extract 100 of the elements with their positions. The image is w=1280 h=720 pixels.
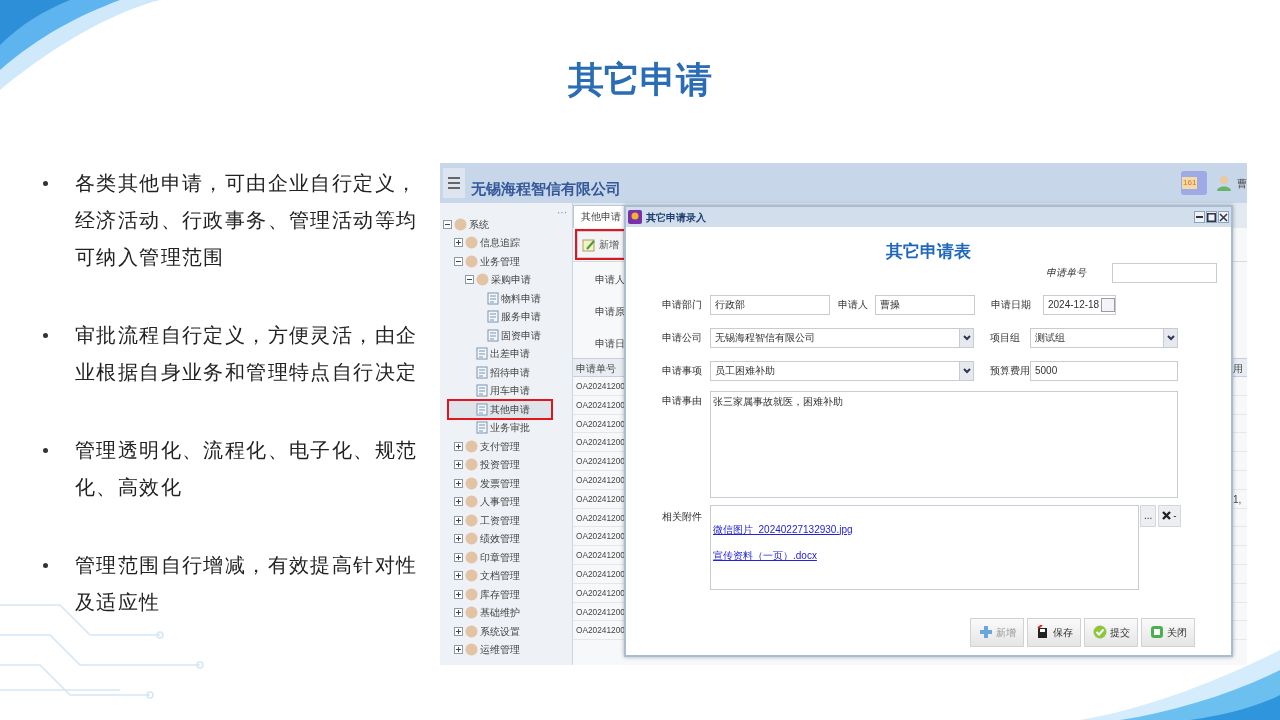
expand-toggle[interactable] [454,608,463,618]
tree-item[interactable]: 固资申请 [473,326,572,345]
collapse-toggle[interactable] [465,275,474,285]
table-cell-text: OA20241200 [575,380,623,393]
expand-toggle[interactable] [454,626,463,636]
tree-item[interactable]: 出差申请 [462,344,572,363]
close-icon [1162,511,1172,520]
tree-item[interactable]: 投资管理 [451,455,572,474]
expand-toggle[interactable] [454,460,463,470]
edit-icon [582,237,596,252]
tree-item[interactable]: 支付管理 [451,437,572,456]
user-name: 曹 [1237,176,1247,191]
remove-button[interactable]: - [1158,504,1181,527]
tree-item[interactable]: 人事管理 [451,492,572,511]
tree-item[interactable]: 采购申请 [462,270,572,289]
app-logo-icon [628,210,642,224]
document-icon [476,421,488,435]
minimize-button[interactable] [1194,211,1205,223]
expand-toggle[interactable] [454,238,463,248]
tree-item[interactable]: 印章管理 [451,548,572,567]
circle-icon [465,495,478,509]
tree-item[interactable]: 物料申请 [473,289,572,308]
tree-item[interactable]: 业务管理 [451,252,572,271]
collapse-toggle[interactable] [454,256,463,266]
table-cell-text: OA20241200 [575,567,623,581]
document-icon [487,328,499,342]
submit-button[interactable]: 提交 [1084,617,1138,647]
expand-toggle[interactable] [454,571,463,581]
slide-title: 其它申请 [567,58,713,102]
check-circle-icon [1092,625,1107,639]
input-field[interactable]: 曹操 [875,294,975,315]
input-field[interactable] [1112,262,1217,283]
tree-item[interactable]: 发票管理 [451,474,572,493]
close-button[interactable] [1218,211,1229,223]
table-cell-text: OA20241200 [575,398,623,412]
input-field[interactable]: 5000 [1030,360,1178,381]
circle-icon [465,624,478,638]
bullet-text: 审批流程自行定义，方便灵活，由企业根据自身业务和管理特点自行决定 [75,323,419,385]
menu-icon[interactable] [443,168,465,198]
circle-icon [465,569,478,583]
expand-toggle[interactable] [454,552,463,562]
browse-button[interactable]: ... [1140,504,1157,527]
bullet-text: 各类其他申请，可由企业自行定义，经济活动、行政事务、管理活动等均可纳入管理范围 [75,171,419,270]
dropdown[interactable]: 测试组 [1030,327,1178,348]
save-button[interactable]: 保存 [1027,617,1081,647]
expand-toggle[interactable] [454,589,463,599]
file-link[interactable]: 宣传资料（一页）.docx [713,547,1136,563]
expand-toggle[interactable] [454,441,463,451]
field-label: 申请公司 [662,331,703,345]
company-name: 无锡海程智信有限公司 [471,178,621,199]
circle-icon [465,587,478,601]
tree-item[interactable]: 招待申请 [462,363,572,382]
tree-item[interactable]: 绩效管理 [451,529,572,548]
filter-label: 申请日 [595,337,625,351]
column-header: 用 [1233,362,1244,376]
expand-toggle[interactable] [454,515,463,525]
circle-icon [465,476,478,490]
calendar-button[interactable] [1101,297,1115,312]
tree-item[interactable]: 库存管理 [451,585,572,604]
text-area[interactable]: 张三家属事故就医，困难补助 [710,390,1178,498]
add-button[interactable]: 新增 [577,231,624,258]
table-cell-text: OA20241200 [575,474,623,487]
collapse-toggle[interactable] [443,219,452,229]
form-heading: 其它申请表 [885,241,972,263]
expand-toggle[interactable] [454,645,463,655]
circle-icon [465,532,478,546]
tree-item[interactable]: 服务申请 [473,307,572,326]
expand-toggle[interactable] [454,478,463,488]
tree-item[interactable]: 工资管理 [451,511,572,530]
table-cell-text: OA20241200 [575,492,623,506]
maximize-icon [1207,212,1216,222]
tree-item[interactable]: 运维管理 [451,640,572,659]
tree-item[interactable]: 业务审批 [462,418,572,437]
close-icon [1219,212,1228,222]
tree-item[interactable]: 信息追踪 [451,233,572,252]
tree-item[interactable]: 基础维护 [451,603,572,622]
maximize-button[interactable] [1206,211,1217,223]
notification-count: 161 [1182,177,1198,189]
file-link[interactable]: 微信图片_20240227132930.jpg [713,521,1136,537]
tree-item[interactable]: 用车申请 [462,381,572,400]
dropdown[interactable]: 员工困难补助 [710,360,974,381]
dropdown[interactable]: 无锡海程智信有限公司 [710,327,974,348]
bullet-dot [43,181,48,186]
document-icon [487,291,499,305]
field-label: 申请人 [838,298,869,312]
field-label: 项目组 [990,331,1021,345]
expand-toggle[interactable] [454,497,463,507]
close-button[interactable]: 关闭 [1141,617,1195,647]
tree-item[interactable]: 系统设置 [451,622,572,641]
date-field[interactable]: 2024-12-18 [1043,294,1116,315]
circle-icon [465,236,478,250]
expand-toggle[interactable] [454,534,463,544]
dialog-title: 其它申请录入 [646,210,706,225]
tree-item[interactable]: 其他申请 [448,400,552,419]
circle-icon [465,513,478,527]
circle-icon [465,643,478,657]
tree-item[interactable]: 文档管理 [451,566,572,585]
input-field[interactable]: 行政部 [710,294,830,315]
circle-icon [454,217,467,231]
chevron-down-icon [1166,334,1175,341]
